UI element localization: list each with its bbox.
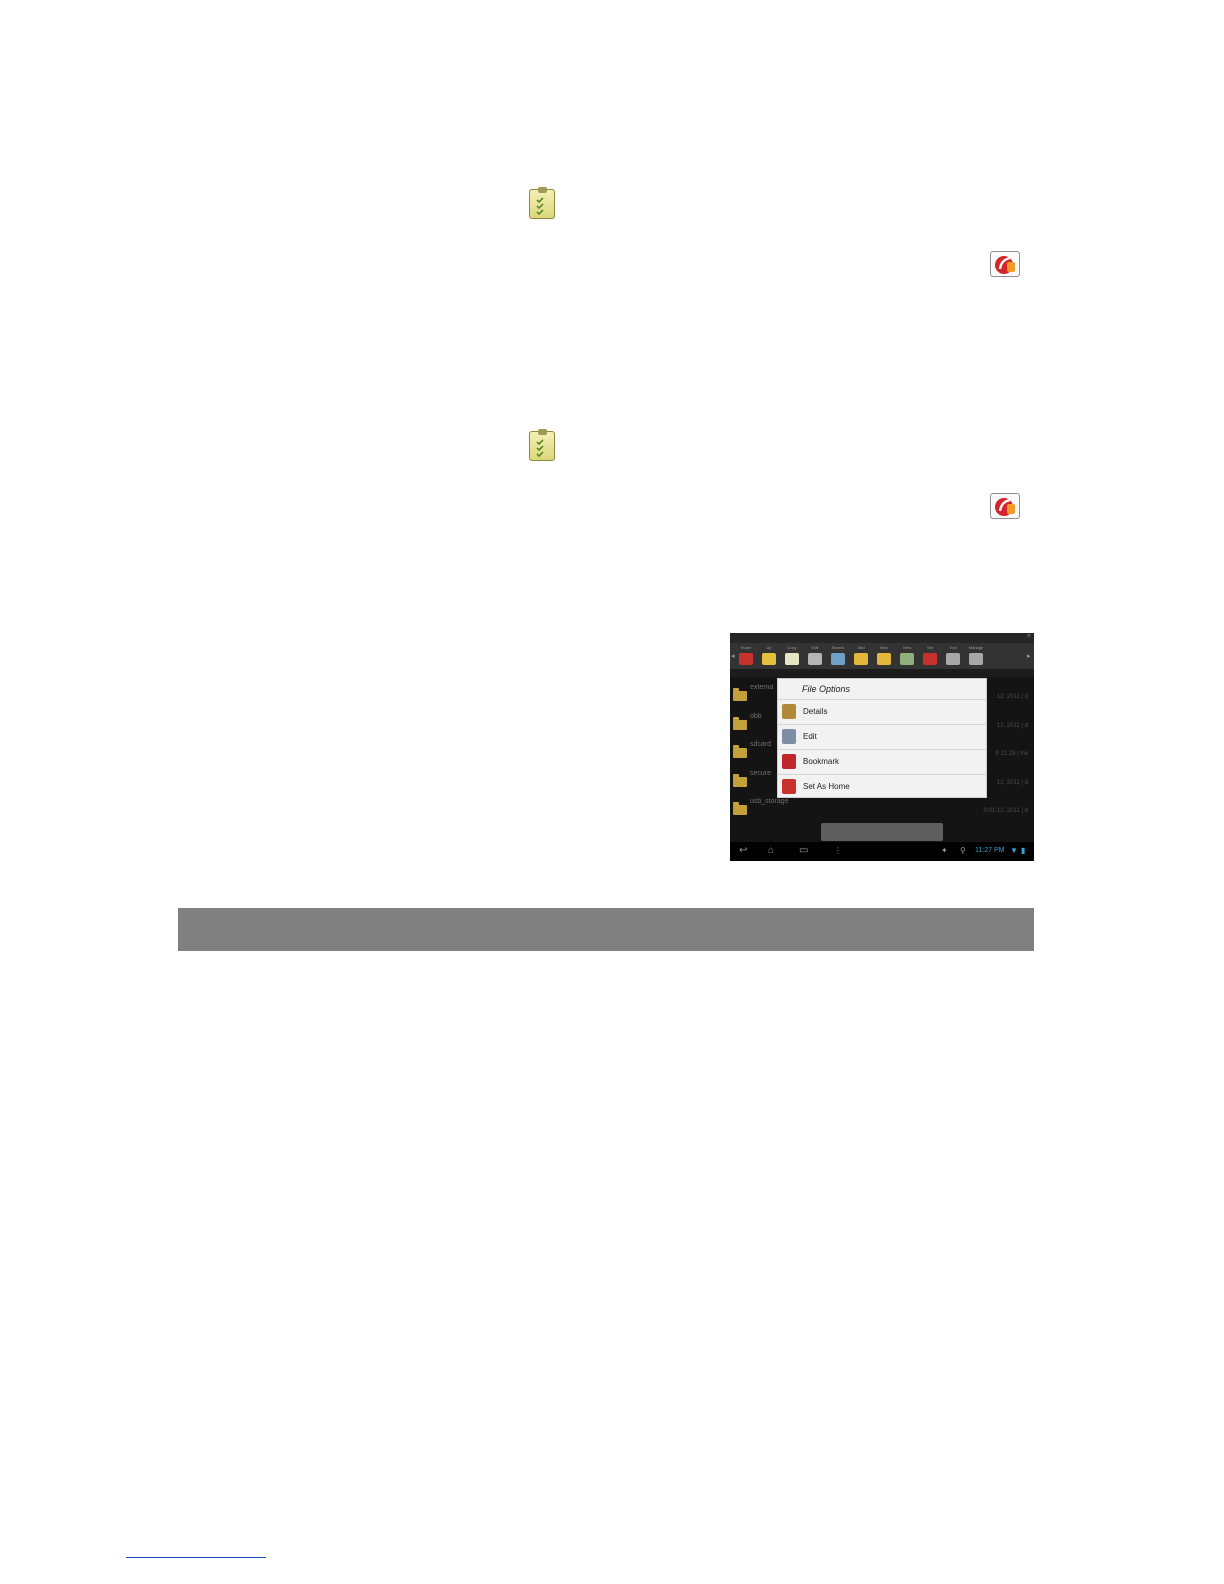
details-icon	[782, 704, 796, 719]
toolbar-button[interactable]: Home	[737, 645, 755, 667]
toolbar-button-label: Up	[766, 645, 772, 650]
toolbar-button-icon	[923, 653, 937, 665]
toolbar-button-label: Sel	[927, 645, 933, 650]
toolbar-button-icon	[808, 653, 822, 665]
dialog-option-label: Bookmark	[803, 757, 840, 766]
toolbar-button-icon	[969, 653, 983, 665]
dialog-option-edit[interactable]: Edit	[778, 724, 986, 748]
toolbar-button[interactable]: Copy	[783, 645, 801, 667]
clock: 11:27 PM	[975, 847, 1005, 854]
file-name: externa	[750, 684, 774, 691]
app-title-bar: ×	[730, 633, 1034, 643]
toolbar-button-label: Copy	[787, 645, 797, 650]
folder-icon	[733, 773, 747, 787]
path-bar	[730, 669, 1034, 677]
footnote-separator	[126, 1557, 266, 1558]
dialog-option-set-as-home[interactable]: Set As Home	[778, 774, 986, 798]
system-navigation-bar: ↩ ⌂ ▭ ⋮ ✦ ⚲ 11:27 PM ▼ ▮	[730, 842, 1034, 861]
toolbar-button[interactable]: Manage	[967, 645, 985, 667]
toolbar-button-label: Manage	[968, 645, 984, 650]
file-date: 12, 2011 | d	[996, 722, 1028, 729]
dialog-option-bookmark[interactable]: Bookmark	[778, 749, 986, 773]
toolbar-button-label: Edit	[811, 645, 819, 650]
clipboard-icon	[529, 429, 555, 461]
dialog-option-details[interactable]: Details	[778, 699, 986, 723]
toolbar-button-icon	[762, 653, 776, 665]
toolbar: ◂ Home Up Copy Edit Search Add New View Sel Tool M…	[730, 643, 1034, 669]
file-name: secure	[750, 769, 772, 777]
folder-icon	[733, 745, 747, 758]
toolbar-button-label: Home	[740, 645, 752, 650]
folder-icon	[733, 716, 747, 730]
toolbar-button[interactable]: Up	[760, 645, 778, 667]
home-icon[interactable]: ⌂	[768, 845, 774, 856]
toolbar-button[interactable]: Tool	[944, 645, 962, 667]
file-options-dialog: File Options Details Edit Bookmark Set As H…	[777, 678, 987, 798]
pin-shortcut-icon	[990, 493, 1020, 519]
bookmark-icon	[782, 754, 796, 769]
debug-icon: ✦	[941, 846, 948, 855]
menu-icon[interactable]: ⋮	[834, 846, 842, 855]
dialog-option-label: Edit	[803, 732, 817, 741]
home-icon	[782, 779, 796, 794]
edit-icon	[782, 729, 796, 744]
toolbar-button-label: View	[902, 645, 912, 650]
toolbar-button[interactable]: Search	[829, 645, 847, 667]
pin-shortcut-icon	[990, 251, 1020, 277]
toolbar-button[interactable]: View	[898, 645, 916, 667]
toolbar-button-label: Add	[857, 645, 865, 650]
back-icon[interactable]: ↩	[739, 845, 747, 856]
toolbar-button-icon	[785, 653, 799, 665]
scroll-left-icon[interactable]: ◂	[731, 652, 735, 660]
file-date: 12, 2011 | d	[996, 694, 1028, 700]
dialog-option-label: Set As Home	[803, 782, 850, 791]
battery-icon: ▮	[1021, 846, 1026, 855]
close-icon[interactable]: ×	[1027, 633, 1031, 640]
file-date: 12, 2011 | d	[996, 779, 1028, 786]
toolbar-button[interactable]: Add	[852, 645, 870, 667]
toolbar-button-label: New	[879, 645, 888, 650]
toolbar-button-icon	[900, 653, 914, 665]
folder-icon	[733, 802, 747, 815]
toolbar-button-label: Tool	[949, 645, 957, 650]
toolbar-button-icon	[877, 653, 891, 665]
toolbar-button-icon	[831, 653, 845, 665]
file-name: sdcard	[750, 741, 772, 748]
file-manager-screenshot: × ◂ Home Up Copy Edit Search Add New View Sel Too…	[730, 633, 1034, 861]
wifi-icon: ▼	[1010, 846, 1018, 855]
scroll-right-icon[interactable]: ▸	[1027, 652, 1031, 660]
clipboard-icon	[529, 187, 555, 219]
file-name: usb_storage	[750, 798, 789, 805]
dialog-title: File Options	[802, 684, 851, 694]
toolbar-button[interactable]: Sel	[921, 645, 939, 667]
toast	[821, 823, 943, 841]
recent-apps-icon[interactable]: ▭	[799, 845, 808, 856]
usb-icon: ⚲	[960, 846, 966, 855]
toolbar-button-label: Search	[831, 645, 845, 650]
file-date: 9 21:28 | lrw	[995, 751, 1028, 757]
file-name: obb	[750, 712, 762, 720]
dialog-option-label: Details	[803, 707, 828, 716]
file-date: 0:01:12, 2011 | d	[983, 808, 1028, 814]
toolbar-button[interactable]: Edit	[806, 645, 824, 667]
toolbar-button-icon	[854, 653, 868, 665]
toolbar-button-icon	[739, 653, 753, 665]
folder-icon	[733, 688, 747, 701]
toolbar-button-icon	[946, 653, 960, 665]
section-header-band	[178, 908, 1034, 951]
toolbar-button[interactable]: New	[875, 645, 893, 667]
